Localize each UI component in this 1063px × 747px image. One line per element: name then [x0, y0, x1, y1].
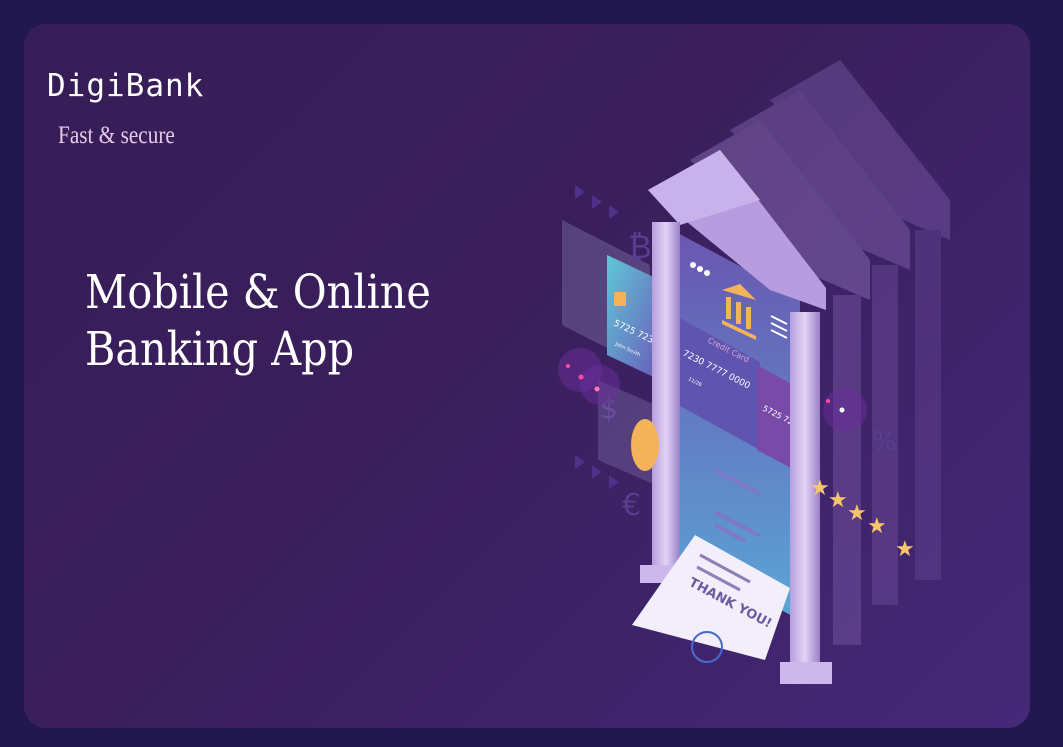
svg-text:★: ★ — [828, 488, 848, 513]
svg-text:★: ★ — [810, 476, 830, 501]
rating-stars: ★★★★★ — [810, 476, 915, 562]
percent-icon: % — [872, 427, 897, 457]
svg-text:★: ★ — [895, 537, 915, 562]
svg-text:★: ★ — [847, 501, 867, 526]
gold-coin — [631, 419, 659, 471]
bank-illustration: 5725 723 John Smith ₿ $ € % Credit Card … — [558, 60, 950, 684]
bitcoin-icon: ₿ — [628, 228, 652, 266]
svg-text:★: ★ — [867, 514, 887, 539]
euro-icon: € — [622, 488, 641, 523]
pillar-left — [652, 222, 680, 572]
